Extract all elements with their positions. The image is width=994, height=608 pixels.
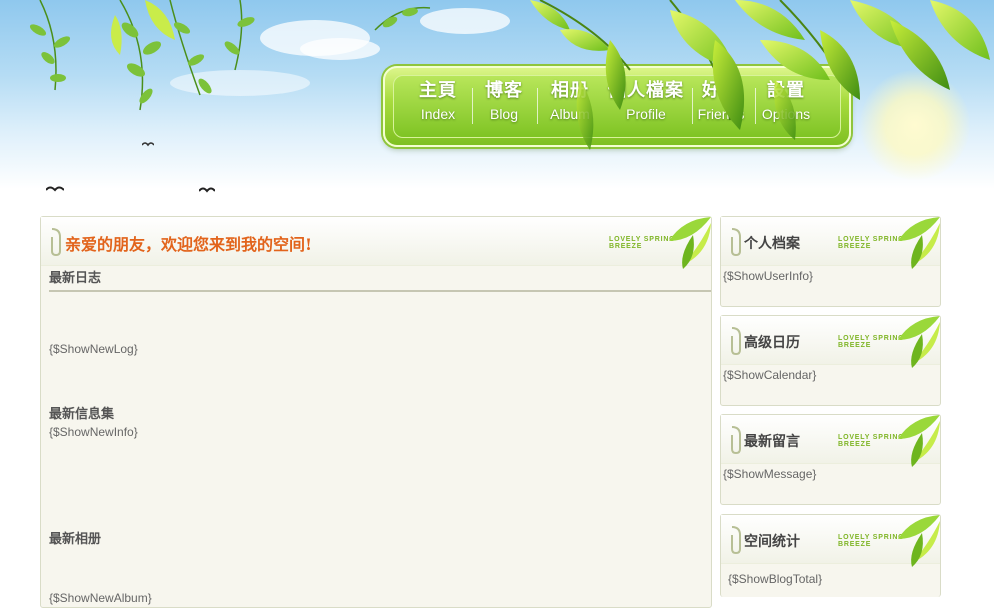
newinfo-placeholder: {$ShowNewInfo}	[49, 425, 138, 439]
blogtotal-placeholder: {$ShowBlogTotal}	[728, 572, 823, 586]
newinfo-title: 最新信息集	[49, 407, 115, 422]
nav-label-en: Index	[420, 106, 456, 122]
sidebar-panel-message: 最新留言 LOVELY SPRING BREEZE {$ShowMessage}	[720, 414, 941, 505]
sidebar-panel-title: 个人档案	[744, 236, 800, 252]
message-placeholder: {$ShowMessage}	[723, 467, 817, 481]
sidebar-panel-title: 最新留言	[744, 434, 800, 450]
welcome-title: 亲爱的朋友，欢迎您来到我的空间!	[65, 235, 313, 254]
leaf-corner-icon	[669, 217, 711, 269]
nav-label-cn: 主頁	[419, 80, 457, 101]
paperclip-icon	[731, 327, 741, 356]
leaf-corner-icon	[898, 316, 940, 368]
bird-icon	[46, 186, 64, 192]
paperclip-icon	[731, 228, 741, 257]
main-content-panel: 亲爱的朋友，欢迎您来到我的空间! LOVELY SPRING BREEZE 最新…	[40, 216, 712, 608]
sidebar-panel-profile: 个人档案 LOVELY SPRING BREEZE {$ShowUserInfo…	[720, 216, 941, 307]
leaf-corner-icon	[898, 217, 940, 269]
userinfo-placeholder: {$ShowUserInfo}	[723, 269, 814, 283]
newlog-placeholder: {$ShowNewLog}	[49, 342, 138, 356]
header-banner: 主頁 Index 博客 Blog 相册 Album 個人檔案 Profile 好…	[0, 0, 994, 215]
sidebar-panel-title: 高级日历	[744, 335, 800, 351]
leaf-corner-icon	[898, 415, 940, 467]
calendar-placeholder: {$ShowCalendar}	[723, 368, 817, 382]
bird-icon	[199, 187, 215, 193]
nav-item-index[interactable]: 主頁 Index	[405, 80, 471, 124]
paperclip-icon	[731, 526, 741, 555]
leaf-cluster-icon	[530, 0, 990, 150]
album-title: 最新相册	[49, 532, 102, 547]
bird-icon	[142, 142, 154, 147]
cloud	[300, 38, 380, 60]
sidebar-panel-calendar: 高级日历 LOVELY SPRING BREEZE {$ShowCalendar…	[720, 315, 941, 406]
leaf-corner-icon	[898, 515, 940, 567]
album-placeholder: {$ShowNewAlbum}	[49, 591, 152, 605]
paperclip-icon	[51, 228, 61, 257]
leaf-icon	[374, 6, 431, 31]
sidebar-panel-stats: 空间统计 LOVELY SPRING BREEZE {$ShowBlogTota…	[720, 514, 941, 597]
paperclip-icon	[731, 426, 741, 455]
sidebar-panel-title: 空间统计	[744, 534, 800, 550]
newlog-title: 最新日志	[49, 271, 102, 286]
leaf-vine-icon	[29, 0, 255, 111]
section-divider	[49, 290, 711, 292]
